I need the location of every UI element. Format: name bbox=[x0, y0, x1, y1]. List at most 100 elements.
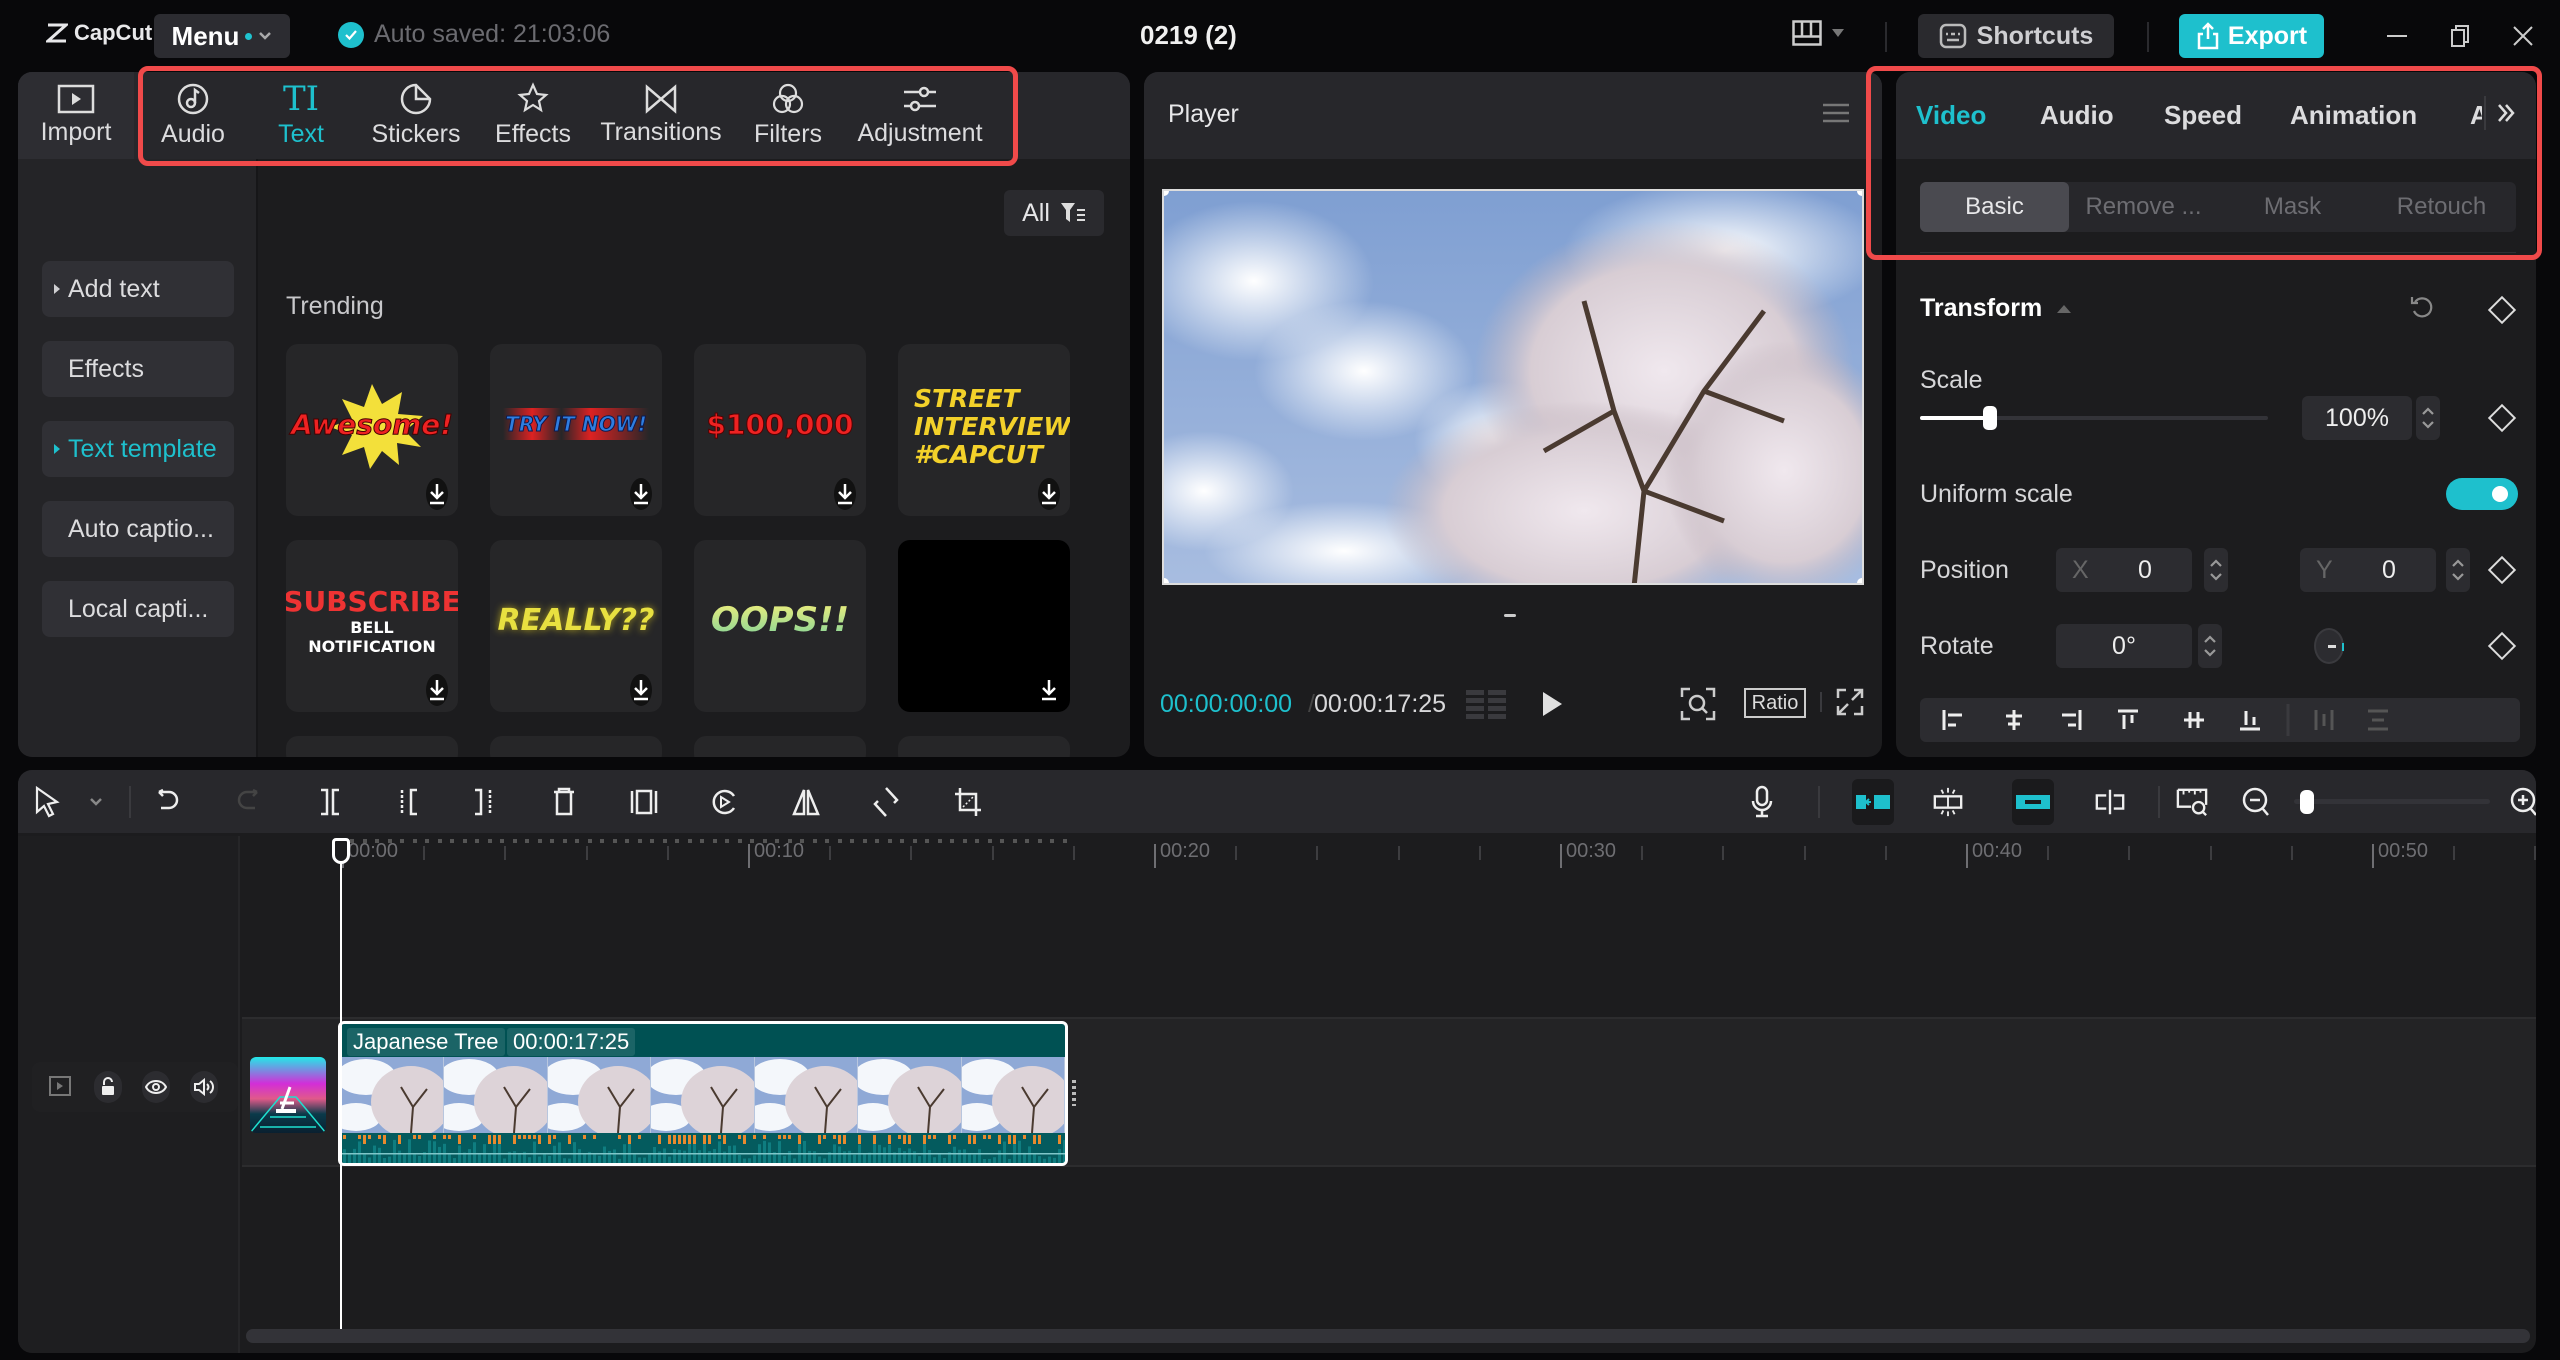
sidebar-item-effects[interactable]: Effects bbox=[42, 341, 234, 397]
menu-button[interactable]: Menu bbox=[154, 14, 290, 58]
zoom-out-icon[interactable] bbox=[2240, 786, 2272, 818]
record-audio-icon[interactable] bbox=[1746, 785, 1778, 818]
lock-track-icon[interactable] bbox=[94, 1071, 122, 1103]
crop-icon[interactable] bbox=[952, 786, 984, 818]
subtab-retouch[interactable]: Retouch bbox=[2367, 182, 2516, 232]
delete-icon[interactable] bbox=[548, 786, 580, 818]
sidebar-item-text-template[interactable]: Text template bbox=[42, 421, 234, 477]
tab-filters[interactable]: Filters bbox=[746, 72, 830, 159]
template-card[interactable]: SUBSCRIBE BELL NOTIFICATION bbox=[286, 540, 458, 712]
timeline-zoom-slider[interactable] bbox=[2294, 790, 2490, 814]
template-card[interactable] bbox=[898, 540, 1070, 712]
sidebar-item-auto-captions[interactable]: Auto captio... bbox=[42, 501, 234, 557]
shortcuts-button[interactable]: Shortcuts bbox=[1918, 14, 2114, 58]
template-card[interactable] bbox=[286, 736, 458, 757]
position-x-stepper[interactable] bbox=[2204, 548, 2228, 592]
keyframe-icon[interactable] bbox=[2487, 555, 2517, 585]
template-card[interactable]: $100,000 bbox=[694, 344, 866, 516]
zoom-in-icon[interactable] bbox=[2508, 786, 2536, 818]
trim-left-icon[interactable] bbox=[392, 786, 424, 818]
reverse-icon[interactable] bbox=[708, 786, 740, 818]
undo-icon[interactable] bbox=[152, 786, 184, 818]
volume-line[interactable] bbox=[341, 1153, 1068, 1155]
scale-slider[interactable] bbox=[1920, 406, 2268, 430]
tab-more[interactable]: A bbox=[2470, 100, 2482, 131]
tab-video[interactable]: Video bbox=[1916, 100, 1986, 131]
close-button[interactable] bbox=[2503, 18, 2543, 54]
track-cover-thumbnail[interactable] bbox=[250, 1057, 326, 1133]
freeze-frame-icon[interactable] bbox=[628, 786, 660, 818]
position-y-input[interactable]: Y 0 bbox=[2300, 548, 2436, 592]
mirror-icon[interactable] bbox=[790, 786, 822, 818]
position-x-input[interactable]: X 0 bbox=[2056, 548, 2192, 592]
hide-track-icon[interactable] bbox=[142, 1071, 170, 1103]
download-icon[interactable] bbox=[1038, 478, 1060, 510]
keyframe-icon[interactable] bbox=[2487, 295, 2517, 325]
keyframe-icon[interactable] bbox=[2487, 631, 2517, 661]
player-menu-icon[interactable] bbox=[1823, 102, 1849, 124]
tab-import[interactable]: Import bbox=[18, 72, 134, 159]
scale-slider-thumb[interactable] bbox=[1982, 406, 1997, 430]
tab-speed[interactable]: Speed bbox=[2164, 100, 2242, 131]
template-card[interactable] bbox=[898, 736, 1070, 757]
template-card[interactable] bbox=[694, 736, 866, 757]
position-y-stepper[interactable] bbox=[2446, 548, 2470, 592]
rotate-input[interactable]: 0° bbox=[2056, 624, 2192, 668]
playhead[interactable] bbox=[340, 842, 342, 1330]
rotate-icon[interactable] bbox=[870, 786, 902, 818]
more-tabs-icon[interactable] bbox=[2496, 102, 2516, 124]
template-card[interactable]: OOPS!! bbox=[694, 540, 866, 712]
select-tool-icon[interactable] bbox=[32, 786, 64, 818]
mute-track-icon[interactable] bbox=[190, 1071, 218, 1103]
zoom-to-fit-icon[interactable] bbox=[2176, 786, 2208, 818]
timeline-horizontal-scrollbar[interactable] bbox=[246, 1329, 2530, 1343]
redo-icon[interactable] bbox=[232, 786, 264, 818]
download-icon[interactable] bbox=[630, 674, 652, 706]
tab-text[interactable]: TI Text bbox=[254, 72, 348, 159]
split-icon[interactable] bbox=[314, 786, 346, 818]
tab-audio[interactable]: Audio bbox=[146, 72, 240, 159]
template-card[interactable]: STREET INTERVIEW #CAPCUT bbox=[898, 344, 1070, 516]
rotate-stepper[interactable] bbox=[2198, 624, 2222, 668]
download-icon[interactable] bbox=[1038, 674, 1060, 706]
download-icon[interactable] bbox=[630, 478, 652, 510]
download-icon[interactable] bbox=[426, 674, 448, 706]
filter-button[interactable]: All bbox=[1004, 190, 1104, 236]
uniform-scale-toggle[interactable] bbox=[2446, 478, 2518, 510]
download-icon[interactable] bbox=[426, 478, 448, 510]
select-mode-dropdown[interactable] bbox=[80, 786, 112, 818]
minimize-button[interactable] bbox=[2377, 18, 2417, 54]
linkage-toggle[interactable] bbox=[2012, 779, 2054, 825]
zoom-slider-thumb[interactable] bbox=[2299, 790, 2314, 814]
sidebar-item-add-text[interactable]: Add text bbox=[42, 261, 234, 317]
clip-trim-handle[interactable] bbox=[1072, 1080, 1076, 1106]
trim-right-icon[interactable] bbox=[468, 786, 500, 818]
rotate-dial[interactable] bbox=[2314, 628, 2344, 664]
preview-axis-icon[interactable] bbox=[2094, 786, 2126, 818]
video-preview[interactable] bbox=[1162, 189, 1864, 585]
playhead-handle[interactable] bbox=[332, 838, 350, 864]
tab-audio[interactable]: Audio bbox=[2040, 100, 2114, 131]
tab-effects[interactable]: Effects bbox=[488, 72, 578, 159]
main-track-magnet-toggle[interactable] bbox=[1852, 779, 1894, 825]
restore-button[interactable] bbox=[2440, 18, 2480, 54]
keyframe-icon[interactable] bbox=[2487, 403, 2517, 433]
video-clip[interactable]: Japanese Tree 00:00:17:25 bbox=[338, 1021, 1068, 1166]
rotate-handle[interactable] bbox=[1504, 614, 1516, 617]
track-cover-icon[interactable] bbox=[48, 1074, 72, 1098]
frame-grid-icon[interactable] bbox=[1466, 690, 1510, 720]
play-button[interactable] bbox=[1540, 690, 1564, 718]
template-card[interactable]: REALLY?? bbox=[490, 540, 662, 712]
transform-section-title[interactable]: Transform bbox=[1920, 294, 2072, 323]
ratio-button[interactable]: Ratio bbox=[1744, 688, 1806, 718]
sidebar-item-local-captions[interactable]: Local capti... bbox=[42, 581, 234, 637]
template-card[interactable]: Awesome! bbox=[286, 344, 458, 516]
subtab-mask[interactable]: Mask bbox=[2218, 182, 2367, 232]
zoom-fit-icon[interactable] bbox=[1680, 687, 1716, 721]
scale-stepper[interactable] bbox=[2416, 396, 2440, 440]
reset-icon[interactable] bbox=[2410, 294, 2434, 320]
tab-stickers[interactable]: Stickers bbox=[366, 72, 466, 159]
scale-input[interactable]: 100% bbox=[2302, 396, 2412, 440]
auto-snap-icon[interactable] bbox=[1932, 786, 1964, 818]
template-card[interactable] bbox=[490, 736, 662, 757]
